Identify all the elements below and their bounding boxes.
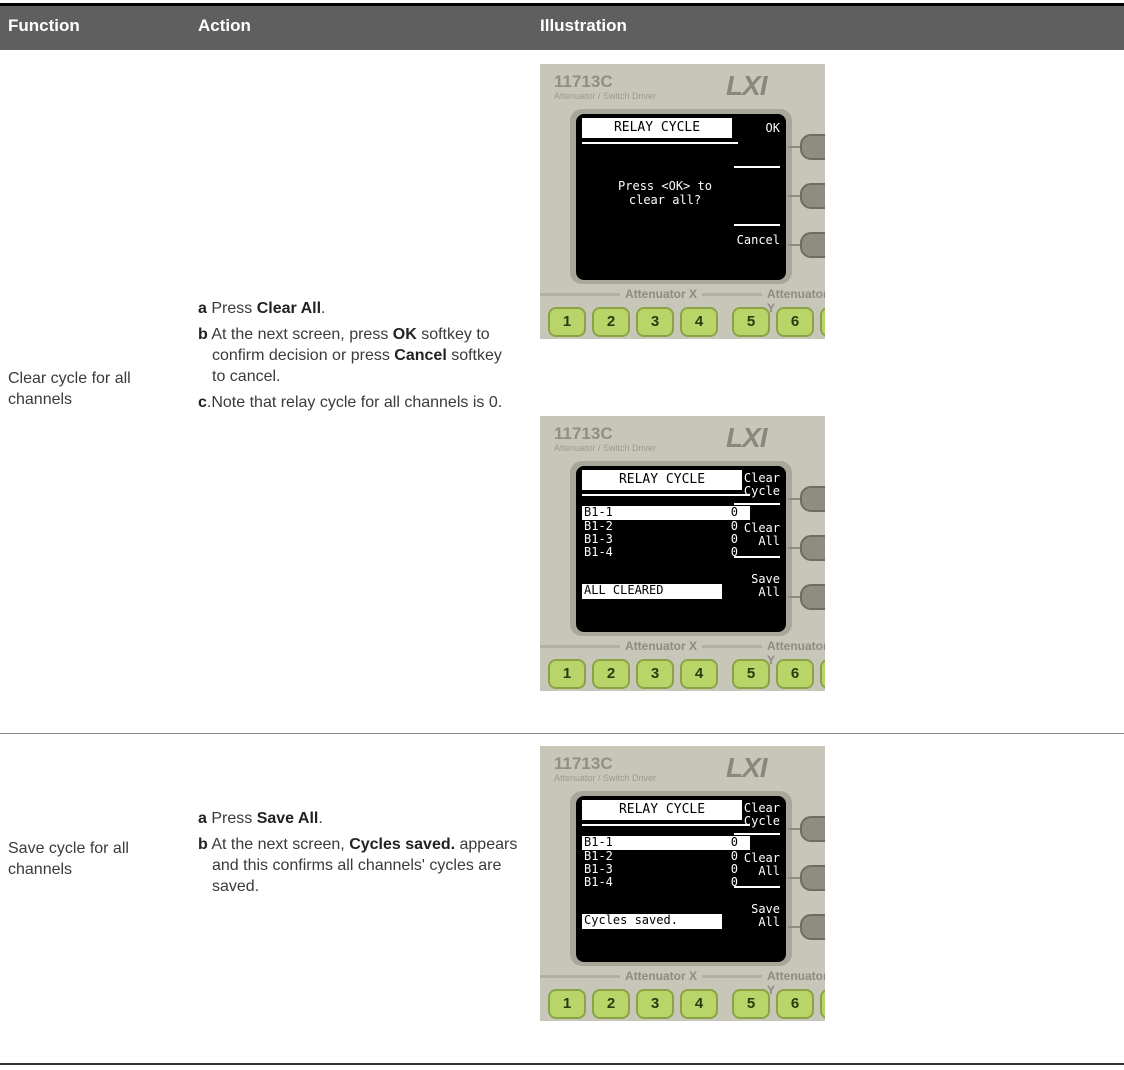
channel-row: B1-4 0 [584, 545, 738, 559]
channel-key-4[interactable]: 4 [680, 989, 718, 1019]
channel-row-selected: B1-1 0 [582, 836, 750, 850]
softkey-2-button[interactable] [800, 183, 825, 209]
device-illustration-cycles-saved: 11713C Attenuator / Switch Driver LXI RE… [540, 746, 825, 1021]
lcd-screen: RELAY CYCLE OK Cancel Press <OK> to clea… [576, 114, 786, 280]
channel-key-1[interactable]: 1 [548, 659, 586, 689]
channel-key-1[interactable]: 1 [548, 989, 586, 1019]
channel-key-2[interactable]: 2 [592, 307, 630, 337]
attenuator-x-label: Attenuator X [620, 969, 702, 983]
softkey-label-ok: OK [765, 121, 780, 135]
row-divider [0, 733, 1124, 734]
attenuator-x-label: Attenuator X [620, 639, 702, 653]
header-function: Function [8, 16, 80, 35]
attenuator-x-label: Attenuator X [620, 287, 702, 301]
channel-key-4[interactable]: 4 [680, 307, 718, 337]
softkey-1-button[interactable] [800, 486, 825, 512]
softkey-label-save-all: Save All [751, 902, 780, 929]
softkey-label-clear-all: Clear All [743, 851, 780, 878]
channel-key-5[interactable]: 5 [732, 307, 770, 337]
softkey-3-button[interactable] [800, 584, 825, 610]
channel-key-5[interactable]: 5 [732, 659, 770, 689]
softkey-3-button[interactable] [800, 914, 825, 940]
row2-step-a: a Press Save All. [198, 810, 323, 827]
channel-key-1[interactable]: 1 [548, 307, 586, 337]
model-subtitle: Attenuator / Switch Driver [554, 91, 657, 101]
device-illustration-all-cleared: 11713C Attenuator / Switch Driver LXI RE… [540, 416, 825, 691]
model-label: 11713C [554, 754, 613, 773]
lxi-logo: LXI [726, 422, 768, 453]
lcd-screen: RELAY CYCLE Clear Cycle Clear All Save All … [576, 796, 786, 962]
model-label: 11713C [554, 424, 613, 443]
attenuator-group: Attenuator X Attenuator Y [540, 639, 825, 667]
channel-key-7[interactable]: 7 [820, 307, 825, 337]
row1-action: a Press Clear All. b At the next screen,… [198, 298, 518, 418]
channel-key-3[interactable]: 3 [636, 989, 674, 1019]
status-message: Cycles saved. [582, 914, 722, 929]
lcd-screen: RELAY CYCLE Clear Cycle Clear All Save All … [576, 466, 786, 632]
channel-row-selected: B1-1 0 [582, 506, 750, 520]
channel-key-3[interactable]: 3 [636, 307, 674, 337]
softkey-label-cancel: Cancel [736, 233, 780, 247]
channel-key-2[interactable]: 2 [592, 989, 630, 1019]
softkey-1-button[interactable] [800, 816, 825, 842]
attenuator-group: Attenuator X Attenuator Y [540, 287, 825, 315]
softkey-label-save-all: Save All [751, 572, 780, 599]
channel-key-7[interactable]: 7 [820, 989, 825, 1019]
model-subtitle: Attenuator / Switch Driver [554, 773, 657, 783]
status-message: ALL CLEARED [582, 584, 722, 599]
attenuator-group: Attenuator X Attenuator Y [540, 969, 825, 997]
row2-step-b: b At the next screen, Cycles saved. appe… [198, 836, 518, 895]
channel-key-6[interactable]: 6 [776, 989, 814, 1019]
header-illustration: Illustration [540, 16, 627, 35]
channel-key-6[interactable]: 6 [776, 307, 814, 337]
model-subtitle: Attenuator / Switch Driver [554, 443, 657, 453]
softkey-3-button[interactable] [800, 232, 825, 258]
row2-function: Save cycle for all channels [8, 840, 129, 878]
softkey-2-button[interactable] [800, 535, 825, 561]
channel-key-6[interactable]: 6 [776, 659, 814, 689]
header-action: Action [198, 16, 251, 35]
row2-action: a Press Save All. b At the next screen, … [198, 808, 518, 902]
screen-title: RELAY CYCLE [582, 800, 742, 820]
row1-step-b: b At the next screen, press OK softkey t… [198, 326, 502, 385]
lxi-logo: LXI [726, 70, 768, 101]
softkey-label-clear-all: Clear All [743, 521, 780, 548]
screen-title: RELAY CYCLE [582, 470, 742, 490]
confirm-message-1: Press <OK> to [618, 179, 712, 193]
softkey-label-clear-cycle: Clear Cycle [743, 801, 780, 828]
channel-key-5[interactable]: 5 [732, 989, 770, 1019]
channel-key-7[interactable]: 7 [820, 659, 825, 689]
channel-key-2[interactable]: 2 [592, 659, 630, 689]
confirm-message-2: clear all? [628, 193, 702, 207]
channel-row: B1-4 0 [584, 875, 738, 889]
row1-function: Clear cycle for all channels [8, 370, 131, 408]
device-illustration-clear-confirm: 11713C Attenuator / Switch Driver LXI RE… [540, 64, 825, 339]
screen-title: RELAY CYCLE [582, 118, 732, 138]
channel-key-4[interactable]: 4 [680, 659, 718, 689]
row1-step-a: a Press Clear All. [198, 300, 326, 317]
softkey-2-button[interactable] [800, 865, 825, 891]
table-bottom-rule [0, 1063, 1124, 1065]
row1-step-c: c.Note that relay cycle for all channels… [198, 394, 503, 411]
lxi-logo: LXI [726, 752, 768, 783]
softkey-label-clear-cycle: Clear Cycle [743, 471, 780, 498]
table-header: Function Action Illustration [0, 3, 1124, 50]
channel-key-3[interactable]: 3 [636, 659, 674, 689]
softkey-1-button[interactable] [800, 134, 825, 160]
model-label: 11713C [554, 72, 613, 91]
